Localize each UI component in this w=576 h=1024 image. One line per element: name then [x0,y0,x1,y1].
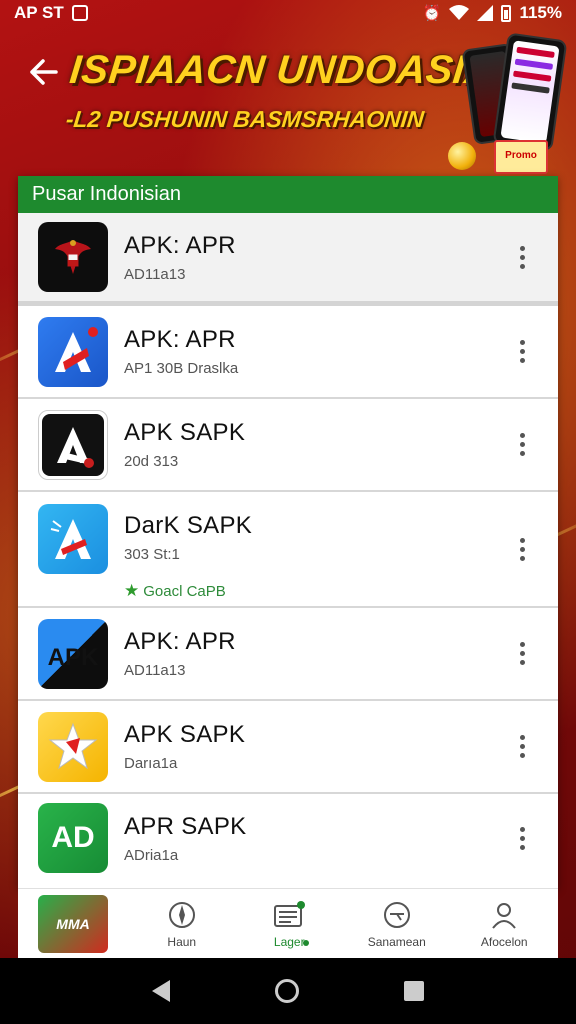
app-name: DarK SAPK [124,512,253,539]
notification-icon [71,5,88,21]
star-yellow-icon [38,711,108,782]
system-navigation-bar [0,958,576,1024]
list-item[interactable]: DarK SAPK 303 St:1 ★ Goacl CaPB [18,492,558,608]
letter-a-black-icon [38,409,108,480]
app-name: APK: APR [124,628,236,655]
star-icon: ★ [124,581,140,600]
tab-label: Sanamean [367,934,426,949]
banner-subtitle: -L2 PUSHUNIN BASMSRHAONIN [64,106,426,132]
letter-a-sky-icon [38,504,108,574]
status-left-text: AP ST [14,3,64,22]
list-item[interactable]: APK: APR AP1 30B Draslka [18,306,558,399]
coin-icon [448,142,476,170]
battery-percent: 115% [519,3,562,22]
status-bar: AP ST ⏰ 115% [0,0,576,26]
app-list-card: Pusar Indonisian APK: APR AD11a13 APK: A… [18,176,558,888]
search-icon [381,899,413,931]
banner-title: ISPIAACN UNDOASIA [67,48,497,92]
app-subtitle: Darıa1a [124,755,178,772]
app-subtitle: AD11a13 [124,265,186,283]
tab-home[interactable]: Haun [128,889,236,958]
list-item[interactable]: AD APR SAPK ADria1a [18,794,558,882]
more-options-icon[interactable] [512,428,532,462]
list-header: Pusar Indonisian [18,176,558,213]
ad-green-icon: AD [38,803,108,873]
library-icon [273,899,306,931]
promo-graphic: Promo [448,32,570,174]
app-name: APK SAPK [124,419,246,446]
signal-icon [477,5,494,21]
promo-box: Promo [494,140,548,174]
list-item[interactable]: APK SAPK 20d 313 [18,399,558,492]
more-options-icon[interactable] [512,730,532,764]
system-home-icon[interactable] [274,979,299,1003]
tab-label: Afocelon [480,934,528,949]
more-options-icon[interactable] [512,637,532,671]
account-icon [488,899,520,931]
active-indicator [303,940,309,946]
list-item[interactable]: APK SAPK Darıa1a [18,701,558,794]
battery-icon [501,4,512,22]
letter-a-blue-icon [38,316,108,387]
wifi-icon [449,5,470,20]
app-subtitle: 20d 313 [124,453,179,470]
app-subtitle: AP1 30B Draslka [124,360,239,377]
app-name: APR SAPK [124,812,247,840]
bottom-navigation: MMA Haun Lager Sanamean Afocelon [18,888,558,958]
brand-logo[interactable]: MMA [18,889,128,958]
more-options-icon[interactable] [512,240,532,274]
list-item[interactable]: APK APK: APR AD11a13 [18,608,558,701]
tab-library[interactable]: Lager [236,889,344,958]
system-back-icon[interactable] [152,980,171,1002]
system-recents-icon[interactable] [403,981,424,1001]
tab-label: Haun [167,934,197,949]
app-name: APK: APR [124,326,236,353]
list-item[interactable]: APK: APR AD11a13 [18,213,558,306]
tab-search[interactable]: Sanamean [343,889,451,958]
header-banner: ISPIAACN UNDOASIA -L2 PUSHUNIN BASMSRHAO… [0,26,576,176]
alarm-icon: ⏰ [422,5,442,22]
app-name: APK SAPK [124,721,246,748]
app-subtitle: AD11a13 [124,662,186,679]
app-subtitle: ADria1a [124,846,179,864]
editor-badge: ★ Goacl CaPB [124,581,226,600]
compass-icon [166,899,198,931]
app-name: APK: APR [124,231,236,259]
tab-account[interactable]: Afocelon [451,889,559,958]
more-options-icon[interactable] [512,335,532,369]
back-arrow-icon[interactable] [24,52,64,92]
more-options-icon[interactable] [512,532,532,566]
more-options-icon[interactable] [512,821,532,855]
app-subtitle: 303 St:1 [124,546,180,563]
tab-label: Lager [273,934,305,949]
apk-split-icon: APK [38,618,108,689]
garuda-icon [38,222,108,292]
